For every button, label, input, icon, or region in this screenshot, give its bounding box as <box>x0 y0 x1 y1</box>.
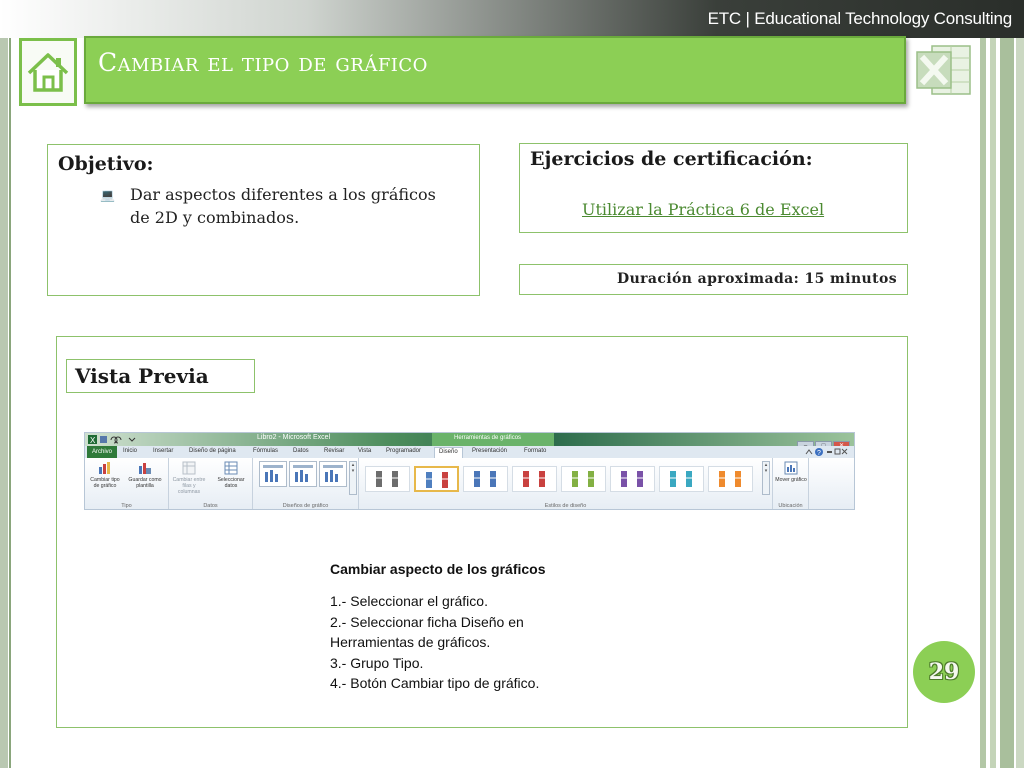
layout-thumb-2[interactable] <box>289 461 317 487</box>
style-swatch[interactable] <box>610 466 655 492</box>
group-disenos: ▴ ▾ Diseños de gráfico <box>253 458 359 509</box>
tab-revisar[interactable]: Revisar <box>324 448 344 454</box>
tab-inicio[interactable]: Inicio <box>123 448 137 454</box>
select-data-button[interactable]: Seleccionar datos <box>213 461 249 489</box>
save-template-icon <box>139 463 151 474</box>
layout-thumb-3[interactable] <box>319 461 347 487</box>
instructions-heading: Cambiar aspecto de los gráficos <box>330 561 546 577</box>
switch-rows-columns-label: Cambiar entre filas y columnas <box>172 477 206 495</box>
instruction-step: Herramientas de gráficos. <box>330 634 491 650</box>
right-stripe-2 <box>990 38 996 768</box>
home-icon <box>27 53 69 92</box>
select-data-icon <box>224 461 238 475</box>
instruction-step: 3.- Grupo Tipo. <box>330 654 424 671</box>
styles-scroll[interactable]: ▴ ▾ <box>762 461 770 495</box>
left-stripe-thin <box>9 38 11 768</box>
save-template-label: Guardar como plantilla <box>128 477 162 489</box>
chart-tools-label: Herramientas de gráficos <box>454 435 522 441</box>
switch-rows-columns-button[interactable]: Cambiar entre filas y columnas <box>171 461 207 495</box>
preview-label: Vista Previa <box>75 364 209 388</box>
tab-archivo[interactable]: Archivo <box>87 446 117 458</box>
group-tipo: Cambiar tipo de gráfico Guardar como pla… <box>85 458 169 509</box>
certification-heading: Ejercicios de certificación: <box>530 148 813 170</box>
style-swatch[interactable] <box>561 466 606 492</box>
group-datos: Cambiar entre filas y columnas Seleccion… <box>169 458 253 509</box>
layout-scroll[interactable]: ▴ ▾ <box>349 461 357 495</box>
change-chart-type-label: Cambiar tipo de gráfico <box>90 477 120 489</box>
style-swatch[interactable] <box>659 466 704 492</box>
duration-box: Duración aproximada: 15 minutos <box>519 264 908 295</box>
tab-presentacion[interactable]: Presentación <box>472 448 507 454</box>
page-number: 29 <box>928 659 960 685</box>
chart-type-icon <box>99 462 110 474</box>
window-controls: –□✕ <box>796 434 852 451</box>
tab-insertar[interactable]: Insertar <box>153 448 173 454</box>
ribbon-title-bar: X Libro2 - Microsoft Excel Herramientas … <box>85 433 854 451</box>
group-estilos-label: Estilos de diseño <box>544 503 587 509</box>
duration-text: Duración aproximada: 15 minutos <box>617 271 897 287</box>
move-chart-label: Mover gráfico <box>775 477 807 483</box>
style-swatch[interactable] <box>414 466 459 492</box>
preview-label-box: Vista Previa <box>66 359 255 393</box>
right-stripe-1 <box>980 38 986 768</box>
group-tipo-label: Tipo <box>121 503 132 509</box>
tab-diseno[interactable]: Diseño <box>434 447 463 458</box>
ribbon-tabs: Archivo Inicio Insertar Diseño de página… <box>85 446 854 458</box>
tab-formulas[interactable]: Fórmulas <box>253 448 278 454</box>
style-swatch[interactable] <box>708 466 753 492</box>
home-button[interactable] <box>19 38 77 106</box>
style-swatch[interactable] <box>365 466 410 492</box>
objective-text: Dar aspectos diferentes a los gráficos d… <box>130 185 436 227</box>
tab-formato[interactable]: Formato <box>524 448 546 454</box>
style-swatch[interactable] <box>463 466 508 492</box>
tab-vista[interactable]: Vista <box>358 448 371 454</box>
tab-diseno-pagina[interactable]: Diseño de página <box>189 448 236 454</box>
objective-heading: Objetivo: <box>58 153 154 175</box>
svg-text:X: X <box>90 436 96 445</box>
group-disenos-label: Diseños de gráfico <box>282 503 329 509</box>
excel-logo-icon <box>916 45 971 95</box>
instruction-step: 2.- Seleccionar ficha Diseño en <box>330 613 524 630</box>
ribbon-body: Cambiar tipo de gráfico Guardar como pla… <box>85 458 854 509</box>
brand-text: ETC | Educational Technology Consulting <box>707 9 1013 28</box>
page-number-badge: 29 <box>913 641 975 703</box>
instruction-step: 4.- Botón Cambiar tipo de gráfico. <box>330 675 540 691</box>
move-chart-button[interactable]: Mover gráfico <box>773 461 809 483</box>
right-stripe-4 <box>1016 38 1024 768</box>
group-estilos: Estilos de diseño ▴ ▾ <box>359 458 773 509</box>
move-chart-icon <box>784 461 798 475</box>
select-data-label: Seleccionar datos <box>217 477 245 489</box>
style-swatch[interactable] <box>512 466 557 492</box>
title-banner: Cambiar el tipo de gráfico <box>84 36 906 104</box>
layout-thumb-1[interactable] <box>259 461 287 487</box>
chart-tools-context-tab: Herramientas de gráficos <box>432 433 554 446</box>
slide-title: Cambiar el tipo de gráfico <box>98 48 428 77</box>
change-chart-type-button[interactable]: Cambiar tipo de gráfico <box>87 461 123 489</box>
ribbon-help-icons: ? <box>805 448 848 457</box>
certification-box: Ejercicios de certificación: Utilizar la… <box>519 143 908 233</box>
save-template-button[interactable]: Guardar como plantilla <box>127 461 163 489</box>
tab-datos[interactable]: Datos <box>293 448 309 454</box>
group-ubicacion: Mover gráfico Ubicación <box>773 458 809 509</box>
practice-link[interactable]: Utilizar la Práctica 6 de Excel <box>582 200 824 219</box>
laptop-bullet-icon: 💻 <box>100 188 115 202</box>
instructions: Cambiar aspecto de los gráficos 1.- Sele… <box>330 561 630 694</box>
tab-programador[interactable]: Programador <box>386 448 421 454</box>
group-ubicacion-label: Ubicación <box>778 503 803 509</box>
group-datos-label: Datos <box>203 503 218 509</box>
excel-window-title: Libro2 - Microsoft Excel <box>257 434 331 441</box>
top-bar: ETC | Educational Technology Consulting <box>0 0 1024 38</box>
objective-box: Objetivo: 💻 Dar aspectos diferentes a lo… <box>47 144 480 296</box>
instruction-step: 1.- Seleccionar el gráfico. <box>330 593 488 609</box>
switch-rows-columns-icon <box>182 461 196 475</box>
svg-text:?: ? <box>817 450 821 457</box>
left-stripe <box>0 38 8 768</box>
quick-access-toolbar-icon: X <box>88 435 136 445</box>
excel-ribbon-screenshot: X Libro2 - Microsoft Excel Herramientas … <box>84 432 855 510</box>
right-stripe-3 <box>1000 38 1014 768</box>
